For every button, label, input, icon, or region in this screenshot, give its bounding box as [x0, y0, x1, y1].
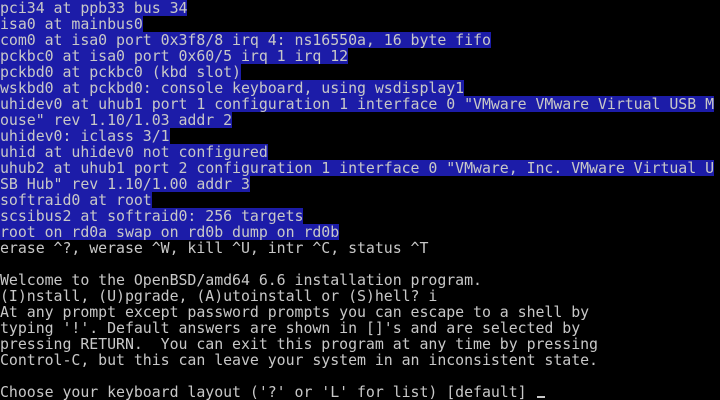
kernel-message-line: softraid0 at root: [0, 192, 152, 208]
kernel-message-line: SB Hub" rev 1.10/1.00 addr 3: [0, 176, 250, 192]
console-output-line: (I)nstall, (U)pgrade, (A)utoinstall or (…: [0, 288, 438, 304]
kernel-message-line: pckbd0 at pckbc0 (kbd slot): [0, 64, 241, 80]
console-output-line: Control-C, but this can leave your syste…: [0, 352, 598, 368]
console-output-line: typing '!'. Default answers are shown in…: [0, 320, 581, 336]
kernel-message-line: scsibus2 at softraid0: 256 targets: [0, 208, 304, 224]
kernel-message-line: wskbd0 at pckbd0: console keyboard, usin…: [0, 80, 465, 96]
keyboard-layout-prompt[interactable]: Choose your keyboard layout ('?' or 'L' …: [0, 384, 720, 400]
installer-output: erase ^?, werase ^W, kill ^U, intr ^C, s…: [0, 240, 720, 384]
kernel-message-line: com0 at isa0 port 0x3f8/8 irq 4: ns16550…: [0, 32, 491, 48]
kernel-boot-messages: pci34 at ppb33 bus 34 isa0 at mainbus0 c…: [0, 0, 720, 240]
kernel-message-line: uhid at uhidev0 not configured: [0, 144, 268, 160]
kernel-message-line: pci34 at ppb33 bus 34: [0, 0, 188, 16]
prompt-text: Choose your keyboard layout ('?' or 'L' …: [0, 384, 536, 400]
kernel-message-line: ouse" rev 1.10/1.03 addr 2: [0, 112, 233, 128]
kernel-message-line: uhidev0: iclass 3/1: [0, 128, 170, 144]
kernel-message-line: root on rd0a swap on rd0b dump on rd0b: [0, 224, 340, 240]
kernel-message-line: isa0 at mainbus0: [0, 16, 143, 32]
console-output-line: erase ^?, werase ^W, kill ^U, intr ^C, s…: [0, 240, 429, 256]
terminal-console[interactable]: pci34 at ppb33 bus 34 isa0 at mainbus0 c…: [0, 0, 720, 400]
console-output-line: pressing RETURN. You can exit this progr…: [0, 336, 598, 352]
kernel-message-line: uhub2 at uhub1 port 2 configuration 1 in…: [0, 160, 714, 176]
console-output-line: At any prompt except password prompts yo…: [0, 304, 590, 320]
text-cursor[interactable]: [536, 396, 545, 398]
kernel-message-line: pckbc0 at isa0 port 0x60/5 irq 1 irq 12: [0, 48, 349, 64]
kernel-message-line: uhidev0 at uhub1 port 1 configuration 1 …: [0, 96, 714, 112]
console-output-line: Welcome to the OpenBSD/amd64 6.6 install…: [0, 272, 482, 288]
